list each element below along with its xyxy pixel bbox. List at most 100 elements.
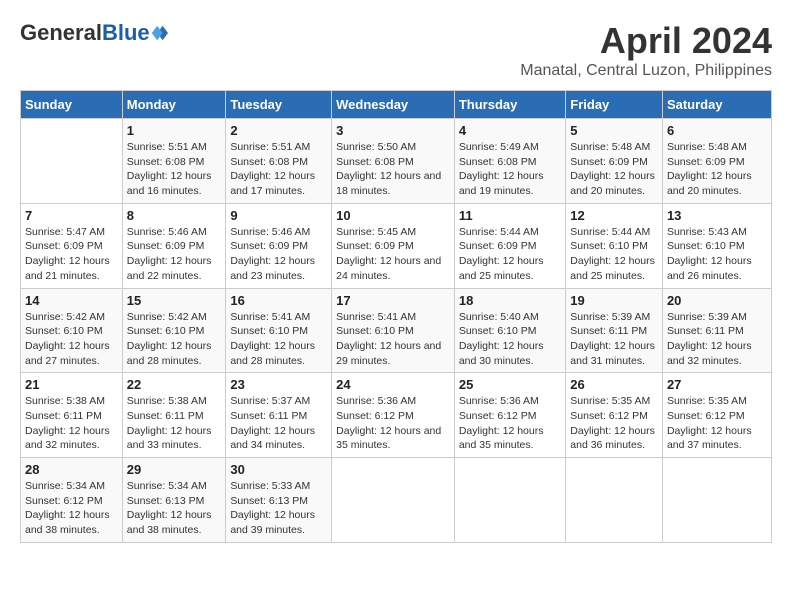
subtitle: Manatal, Central Luzon, Philippines	[520, 62, 772, 80]
day-number: 1	[127, 123, 222, 138]
day-header-friday: Friday	[566, 91, 663, 119]
day-header-wednesday: Wednesday	[332, 91, 455, 119]
calendar-cell: 15 Sunrise: 5:42 AM Sunset: 6:10 PM Dayli…	[122, 288, 226, 373]
calendar-cell: 20 Sunrise: 5:39 AM Sunset: 6:11 PM Dayli…	[662, 288, 771, 373]
week-row-2: 7 Sunrise: 5:47 AM Sunset: 6:09 PM Daylig…	[21, 203, 772, 288]
day-info: Sunrise: 5:38 AM Sunset: 6:11 PM Dayligh…	[25, 394, 118, 453]
day-info: Sunrise: 5:47 AM Sunset: 6:09 PM Dayligh…	[25, 225, 118, 284]
day-number: 12	[570, 208, 658, 223]
calendar-cell: 1 Sunrise: 5:51 AM Sunset: 6:08 PM Daylig…	[122, 119, 226, 204]
day-info: Sunrise: 5:51 AM Sunset: 6:08 PM Dayligh…	[127, 140, 222, 199]
calendar-cell: 10 Sunrise: 5:45 AM Sunset: 6:09 PM Dayli…	[332, 203, 455, 288]
day-number: 6	[667, 123, 767, 138]
day-number: 21	[25, 377, 118, 392]
calendar-cell: 13 Sunrise: 5:43 AM Sunset: 6:10 PM Dayli…	[662, 203, 771, 288]
logo-icon	[150, 24, 168, 42]
day-header-thursday: Thursday	[454, 91, 565, 119]
day-info: Sunrise: 5:34 AM Sunset: 6:12 PM Dayligh…	[25, 479, 118, 538]
calendar-cell: 27 Sunrise: 5:35 AM Sunset: 6:12 PM Dayli…	[662, 373, 771, 458]
day-info: Sunrise: 5:35 AM Sunset: 6:12 PM Dayligh…	[667, 394, 767, 453]
calendar-cell: 16 Sunrise: 5:41 AM Sunset: 6:10 PM Dayli…	[226, 288, 332, 373]
main-title: April 2024	[520, 20, 772, 62]
day-info: Sunrise: 5:42 AM Sunset: 6:10 PM Dayligh…	[127, 310, 222, 369]
calendar-cell: 6 Sunrise: 5:48 AM Sunset: 6:09 PM Daylig…	[662, 119, 771, 204]
calendar-cell: 28 Sunrise: 5:34 AM Sunset: 6:12 PM Dayli…	[21, 458, 123, 543]
calendar-cell: 9Sunrise: 5:46 AM Sunset: 6:09 PM Daylig…	[226, 203, 332, 288]
day-number: 29	[127, 462, 222, 477]
day-number: 14	[25, 293, 118, 308]
day-number: 26	[570, 377, 658, 392]
calendar-cell: 21 Sunrise: 5:38 AM Sunset: 6:11 PM Dayli…	[21, 373, 123, 458]
day-number: 15	[127, 293, 222, 308]
calendar-cell: 5 Sunrise: 5:48 AM Sunset: 6:09 PM Daylig…	[566, 119, 663, 204]
day-info: Sunrise: 5:46 AM Sunset: 6:09 PM Dayligh…	[127, 225, 222, 284]
calendar-cell: 19 Sunrise: 5:39 AM Sunset: 6:11 PM Dayli…	[566, 288, 663, 373]
calendar-cell: 12Sunrise: 5:44 AM Sunset: 6:10 PM Dayli…	[566, 203, 663, 288]
week-row-1: 1 Sunrise: 5:51 AM Sunset: 6:08 PM Daylig…	[21, 119, 772, 204]
calendar-cell: 11 Sunrise: 5:44 AM Sunset: 6:09 PM Dayli…	[454, 203, 565, 288]
day-info: Sunrise: 5:36 AM Sunset: 6:12 PM Dayligh…	[336, 394, 450, 453]
day-number: 28	[25, 462, 118, 477]
day-number: 17	[336, 293, 450, 308]
day-number: 11	[459, 208, 561, 223]
day-number: 16	[230, 293, 327, 308]
week-row-4: 21 Sunrise: 5:38 AM Sunset: 6:11 PM Dayli…	[21, 373, 772, 458]
day-info: Sunrise: 5:50 AM Sunset: 6:08 PM Dayligh…	[336, 140, 450, 199]
calendar-cell: 25Sunrise: 5:36 AM Sunset: 6:12 PM Dayli…	[454, 373, 565, 458]
day-info: Sunrise: 5:43 AM Sunset: 6:10 PM Dayligh…	[667, 225, 767, 284]
logo: GeneralBlue	[20, 20, 170, 46]
day-info: Sunrise: 5:46 AM Sunset: 6:09 PM Dayligh…	[230, 225, 327, 284]
day-info: Sunrise: 5:45 AM Sunset: 6:09 PM Dayligh…	[336, 225, 450, 284]
day-number: 19	[570, 293, 658, 308]
title-block: April 2024 Manatal, Central Luzon, Phili…	[520, 20, 772, 80]
calendar-header-row: SundayMondayTuesdayWednesdayThursdayFrid…	[21, 91, 772, 119]
calendar-cell: 4 Sunrise: 5:49 AM Sunset: 6:08 PM Daylig…	[454, 119, 565, 204]
calendar-cell: 18Sunrise: 5:40 AM Sunset: 6:10 PM Dayli…	[454, 288, 565, 373]
calendar-cell: 17 Sunrise: 5:41 AM Sunset: 6:10 PM Dayli…	[332, 288, 455, 373]
calendar-cell: 14Sunrise: 5:42 AM Sunset: 6:10 PM Dayli…	[21, 288, 123, 373]
day-info: Sunrise: 5:38 AM Sunset: 6:11 PM Dayligh…	[127, 394, 222, 453]
day-info: Sunrise: 5:34 AM Sunset: 6:13 PM Dayligh…	[127, 479, 222, 538]
calendar-cell: 30 Sunrise: 5:33 AM Sunset: 6:13 PM Dayli…	[226, 458, 332, 543]
day-info: Sunrise: 5:37 AM Sunset: 6:11 PM Dayligh…	[230, 394, 327, 453]
day-info: Sunrise: 5:48 AM Sunset: 6:09 PM Dayligh…	[667, 140, 767, 199]
day-info: Sunrise: 5:51 AM Sunset: 6:08 PM Dayligh…	[230, 140, 327, 199]
calendar-cell: 22 Sunrise: 5:38 AM Sunset: 6:11 PM Dayli…	[122, 373, 226, 458]
page-header: GeneralBlue April 2024 Manatal, Central …	[20, 20, 772, 80]
day-info: Sunrise: 5:41 AM Sunset: 6:10 PM Dayligh…	[230, 310, 327, 369]
day-number: 2	[230, 123, 327, 138]
day-number: 20	[667, 293, 767, 308]
week-row-3: 14 Sunrise: 5:42 AM Sunset: 6:10 PM Dayli…	[21, 288, 772, 373]
calendar-cell	[332, 458, 455, 543]
day-info: Sunrise: 5:39 AM Sunset: 6:11 PM Dayligh…	[667, 310, 767, 369]
calendar-cell: 2 Sunrise: 5:51 AM Sunset: 6:08 PM Daylig…	[226, 119, 332, 204]
day-header-monday: Monday	[122, 91, 226, 119]
day-info: Sunrise: 5:33 AM Sunset: 6:13 PM Dayligh…	[230, 479, 327, 538]
day-number: 13	[667, 208, 767, 223]
day-number: 23	[230, 377, 327, 392]
day-number: 24	[336, 377, 450, 392]
day-info: Sunrise: 5:35 AM Sunset: 6:12 PM Dayligh…	[570, 394, 658, 453]
day-number: 4	[459, 123, 561, 138]
calendar-cell: 3Sunrise: 5:50 AM Sunset: 6:08 PM Daylig…	[332, 119, 455, 204]
day-info: Sunrise: 5:48 AM Sunset: 6:09 PM Dayligh…	[570, 140, 658, 199]
day-number: 27	[667, 377, 767, 392]
day-info: Sunrise: 5:39 AM Sunset: 6:11 PM Dayligh…	[570, 310, 658, 369]
calendar-cell	[454, 458, 565, 543]
day-number: 5	[570, 123, 658, 138]
day-info: Sunrise: 5:44 AM Sunset: 6:09 PM Dayligh…	[459, 225, 561, 284]
day-header-saturday: Saturday	[662, 91, 771, 119]
day-number: 30	[230, 462, 327, 477]
day-info: Sunrise: 5:41 AM Sunset: 6:10 PM Dayligh…	[336, 310, 450, 369]
day-info: Sunrise: 5:49 AM Sunset: 6:08 PM Dayligh…	[459, 140, 561, 199]
calendar-cell	[566, 458, 663, 543]
day-number: 7	[25, 208, 118, 223]
day-number: 10	[336, 208, 450, 223]
calendar-cell	[21, 119, 123, 204]
day-number: 22	[127, 377, 222, 392]
calendar-cell	[662, 458, 771, 543]
calendar-cell: 29 Sunrise: 5:34 AM Sunset: 6:13 PM Dayli…	[122, 458, 226, 543]
day-info: Sunrise: 5:36 AM Sunset: 6:12 PM Dayligh…	[459, 394, 561, 453]
day-info: Sunrise: 5:40 AM Sunset: 6:10 PM Dayligh…	[459, 310, 561, 369]
calendar-cell: 23 Sunrise: 5:37 AM Sunset: 6:11 PM Dayli…	[226, 373, 332, 458]
